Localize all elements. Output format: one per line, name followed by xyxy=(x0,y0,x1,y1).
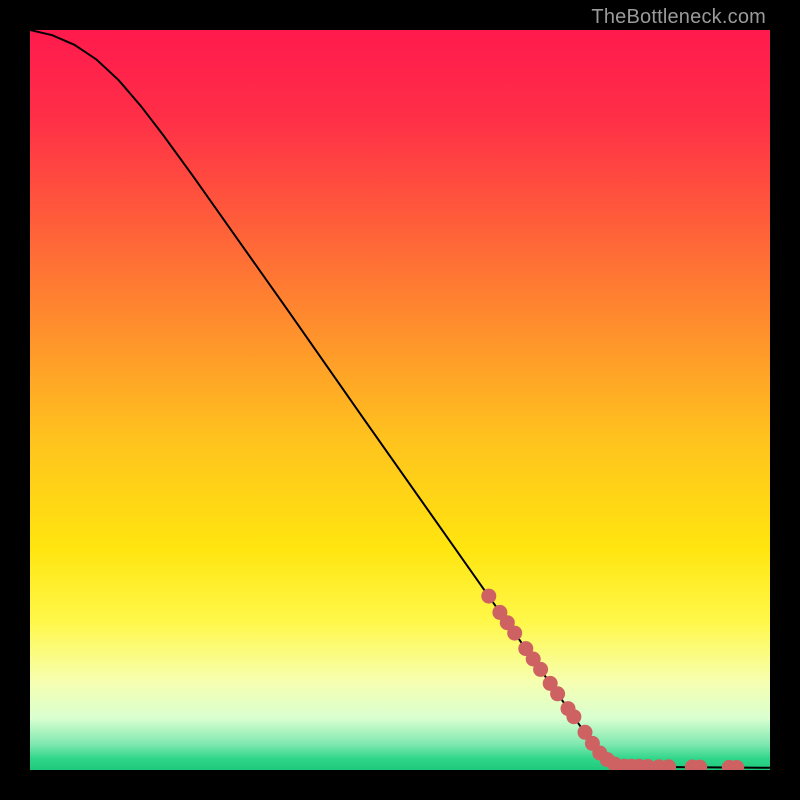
chart-frame xyxy=(30,30,770,770)
highlight-marker xyxy=(566,709,581,724)
highlight-marker xyxy=(550,686,565,701)
watermark-text: TheBottleneck.com xyxy=(591,6,766,29)
chart-svg xyxy=(30,30,770,770)
highlight-marker xyxy=(507,626,522,641)
highlight-marker xyxy=(481,589,496,604)
highlight-marker xyxy=(533,662,548,677)
chart-background xyxy=(30,30,770,770)
